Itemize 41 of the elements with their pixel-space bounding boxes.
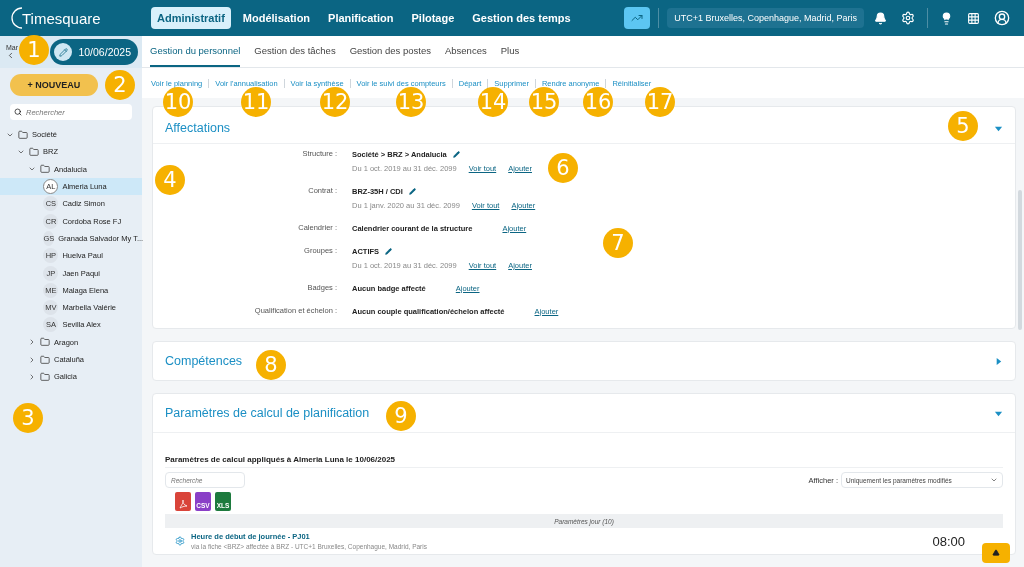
nav-tab[interactable]: Planification bbox=[322, 7, 400, 29]
section-tab[interactable]: Gestion des postes bbox=[349, 36, 431, 67]
parameter-value: 08:00 bbox=[932, 533, 965, 549]
nav-tab[interactable]: Gestion des temps bbox=[466, 7, 577, 29]
card-title[interactable]: Compétences bbox=[165, 354, 243, 368]
caret-right-icon[interactable] bbox=[994, 356, 1003, 366]
chevron-down-icon bbox=[990, 476, 998, 484]
previous-icon[interactable] bbox=[6, 51, 15, 60]
folder-icon bbox=[40, 371, 50, 382]
nav-tab[interactable]: Administratif bbox=[151, 7, 231, 29]
chevron-right-icon[interactable] bbox=[28, 338, 36, 347]
pencil-icon[interactable] bbox=[452, 150, 460, 158]
pencil-icon bbox=[54, 43, 73, 61]
parameter-icon bbox=[175, 536, 185, 546]
search-icon bbox=[14, 108, 22, 116]
new-button[interactable]: + NOUVEAU bbox=[10, 74, 98, 96]
folder-icon bbox=[18, 129, 28, 140]
date-button[interactable]: 10/06/2025 bbox=[50, 39, 138, 65]
chevron-right-icon[interactable] bbox=[28, 355, 36, 364]
nav-tab[interactable]: Modélisation bbox=[236, 7, 317, 29]
pdf-file-icon[interactable] bbox=[175, 492, 191, 511]
scroll-top-button[interactable] bbox=[982, 543, 1010, 563]
section-tab[interactable]: Gestion des tâches bbox=[254, 36, 336, 67]
card-title[interactable]: Affectations bbox=[165, 121, 231, 135]
caret-up-icon bbox=[992, 549, 1000, 557]
folder-icon bbox=[29, 146, 39, 157]
folder-icon bbox=[40, 337, 50, 348]
pencil-icon[interactable] bbox=[408, 187, 416, 195]
section-tab[interactable]: Absences bbox=[444, 36, 487, 67]
section-heading: Paramètres de calcul appliqués à Almeria Luna le 10/06/2025 bbox=[165, 455, 1003, 468]
card-title[interactable]: Paramètres de calcul de planification bbox=[165, 406, 370, 420]
chevron-right-icon[interactable] bbox=[28, 372, 36, 381]
section-tab[interactable]: Plus bbox=[500, 36, 520, 67]
trend-line-icon bbox=[631, 12, 644, 24]
folder-icon bbox=[40, 354, 50, 365]
chart-button[interactable] bbox=[624, 7, 651, 29]
folder-icon bbox=[40, 164, 50, 175]
nav-tab[interactable]: Pilotage bbox=[405, 7, 461, 29]
pencil-icon[interactable] bbox=[385, 247, 393, 255]
app-logo: Timesquare bbox=[10, 6, 145, 30]
timezone-button[interactable]: UTC+1 Bruxelles, Copenhague, Madrid, Paris bbox=[667, 8, 864, 28]
